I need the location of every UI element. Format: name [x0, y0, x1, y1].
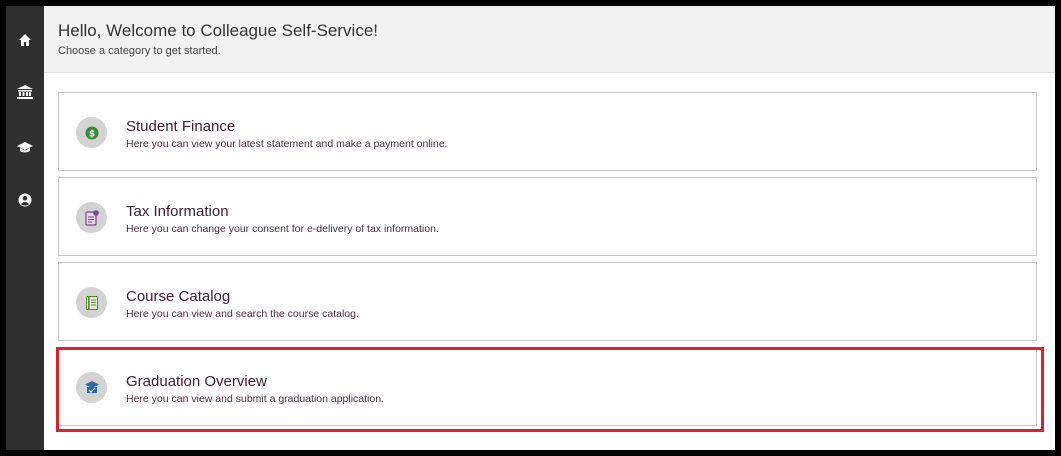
book-icon — [85, 295, 98, 310]
card-icon-badge — [76, 372, 107, 403]
sidebar-item-academics[interactable] — [6, 130, 44, 166]
card-title: Graduation Overview — [126, 373, 267, 390]
card-icon-badge — [76, 287, 107, 318]
home-icon — [19, 34, 31, 46]
category-card-graduation-overview[interactable]: Graduation Overview Here you can view an… — [58, 347, 1037, 426]
card-title: Tax Information — [126, 203, 229, 220]
dollar-icon: $ — [85, 126, 98, 139]
page-title: Hello, Welcome to Colleague Self-Service… — [58, 21, 378, 40]
card-description: Here you can change your consent for e-d… — [126, 223, 439, 235]
user-circle-icon — [18, 193, 32, 207]
sidebar-item-profile[interactable] — [6, 182, 44, 218]
sidebar — [6, 6, 44, 450]
card-icon-badge: $ — [76, 117, 107, 148]
category-card-course-catalog[interactable]: Course Catalog Here you can view and sea… — [58, 262, 1037, 341]
bank-icon — [17, 85, 33, 99]
category-card-student-finance[interactable]: $ Student Finance Here you can view your… — [58, 92, 1037, 171]
tax-document-icon — [84, 209, 99, 226]
card-icon-badge — [76, 202, 107, 233]
svg-text:$: $ — [88, 129, 94, 139]
graduation-icon — [84, 381, 99, 393]
card-description: Here you can view and search the course … — [126, 308, 359, 320]
card-description: Here you can view your latest statement … — [126, 138, 448, 150]
graduation-cap-icon — [17, 142, 33, 153]
sidebar-item-finance[interactable] — [6, 74, 44, 110]
app-window: Hello, Welcome to Colleague Self-Service… — [6, 6, 1055, 450]
category-card-tax-information[interactable]: Tax Information Here you can change your… — [58, 177, 1037, 256]
card-title: Student Finance — [126, 118, 236, 135]
card-description: Here you can view and submit a graduatio… — [126, 393, 384, 405]
card-title: Course Catalog — [126, 288, 231, 305]
main-content: Hello, Welcome to Colleague Self-Service… — [44, 6, 1055, 450]
sidebar-item-home[interactable] — [6, 22, 44, 58]
page-subtitle: Choose a category to get started. — [58, 45, 221, 57]
welcome-header: Hello, Welcome to Colleague Self-Service… — [44, 6, 1055, 73]
